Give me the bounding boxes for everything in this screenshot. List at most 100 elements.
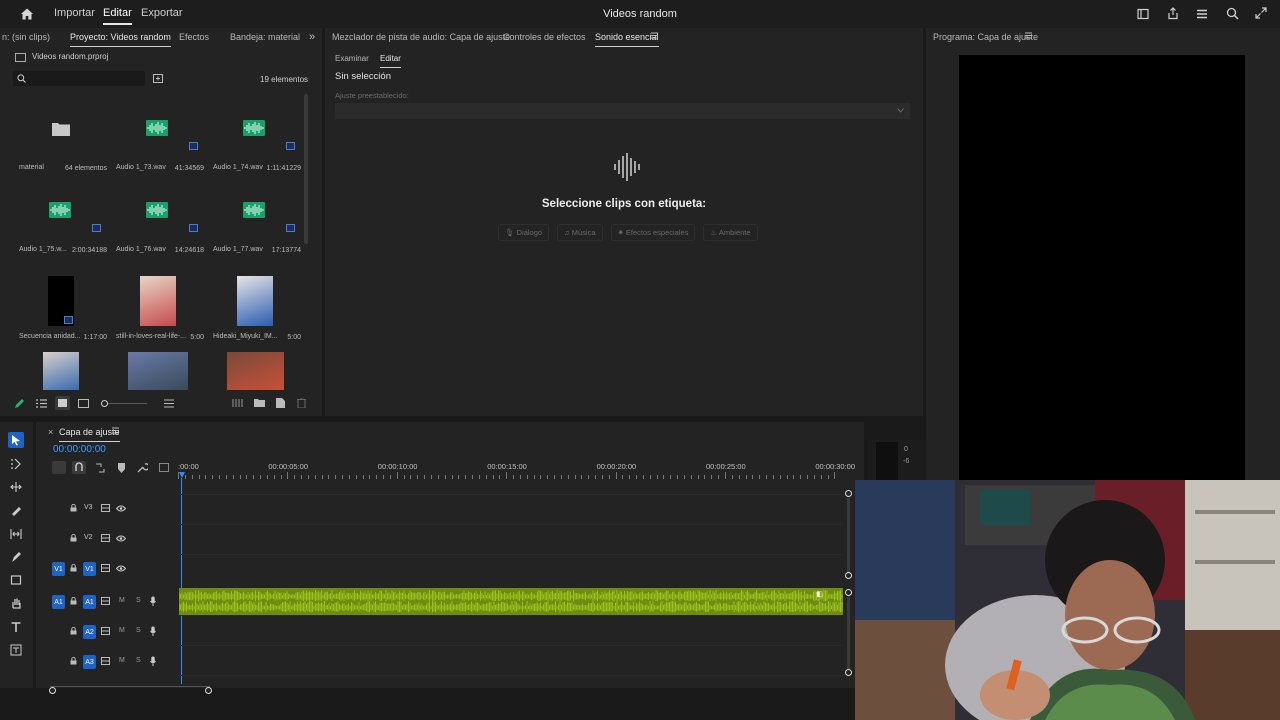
captions-track-icon[interactable] bbox=[159, 463, 169, 472]
project-item[interactable]: Audio 1_73.wav 41:34569 bbox=[112, 112, 204, 192]
snap-icon[interactable] bbox=[72, 461, 86, 474]
lock-icon[interactable] bbox=[70, 597, 77, 605]
solo-button[interactable]: S bbox=[136, 597, 141, 604]
project-item[interactable] bbox=[209, 350, 301, 430]
microphone-icon[interactable] bbox=[150, 596, 156, 606]
rectangle-icon[interactable] bbox=[10, 574, 22, 586]
vertical-scroll-audio[interactable] bbox=[847, 597, 850, 669]
project-item[interactable]: Audio 1_74.wav 1:11:41229 bbox=[209, 112, 301, 192]
trash-icon[interactable] bbox=[297, 398, 306, 408]
mute-button[interactable]: M bbox=[119, 657, 125, 664]
solo-button[interactable]: S bbox=[136, 627, 141, 634]
sfx-button[interactable]: ✷ Efectos especiales bbox=[610, 224, 696, 241]
slip-icon[interactable] bbox=[10, 528, 22, 540]
close-icon[interactable]: × bbox=[48, 427, 53, 437]
sync-lock-icon[interactable] bbox=[101, 597, 110, 605]
subtab-browse[interactable]: Examinar bbox=[335, 54, 369, 63]
track-label-a3[interactable]: A3 bbox=[83, 655, 96, 669]
track-label-v3[interactable]: V3 bbox=[84, 504, 93, 511]
add-marker-icon[interactable] bbox=[118, 463, 125, 473]
program-monitor-title[interactable]: Programa: Capa de ajuste bbox=[933, 32, 1038, 42]
mute-button[interactable]: M bbox=[119, 597, 125, 604]
list-view-icon[interactable] bbox=[36, 399, 47, 408]
share-icon[interactable] bbox=[1167, 7, 1179, 20]
project-item[interactable]: still-in-loves-real-life-... 5:00 bbox=[112, 276, 204, 356]
program-video-frame[interactable] bbox=[959, 55, 1245, 480]
eye-icon[interactable] bbox=[116, 565, 126, 572]
zoom-slider-handle[interactable] bbox=[101, 400, 108, 407]
vertical-scroll-video[interactable] bbox=[847, 498, 850, 574]
automate-sequence-icon[interactable] bbox=[232, 399, 243, 407]
track-label-v2[interactable]: V2 bbox=[84, 534, 93, 541]
project-item[interactable]: material 64 elementos bbox=[15, 112, 107, 192]
project-item[interactable]: Audio 1_77.wav 17:13774 bbox=[209, 194, 301, 274]
ambience-button[interactable]: ♨ Ambiente bbox=[703, 224, 758, 241]
sync-lock-icon[interactable] bbox=[101, 627, 110, 635]
lock-icon[interactable] bbox=[70, 534, 77, 542]
panel-menu-icon[interactable] bbox=[112, 427, 119, 434]
project-item[interactable]: Audio 1_76.wav 14:24618 bbox=[112, 194, 204, 274]
source-patch-a1[interactable]: A1 bbox=[52, 595, 65, 609]
sync-lock-icon[interactable] bbox=[101, 534, 110, 542]
expand-icon[interactable] bbox=[1255, 7, 1267, 19]
lock-icon[interactable] bbox=[70, 627, 77, 635]
nest-toggle-button[interactable] bbox=[52, 461, 66, 474]
dialogue-button[interactable]: 🎙 Diálogo bbox=[498, 224, 550, 241]
lock-icon[interactable] bbox=[70, 504, 77, 512]
new-folder-icon[interactable] bbox=[254, 398, 265, 407]
sync-lock-icon[interactable] bbox=[101, 657, 110, 665]
vertical-scroll-audio-top[interactable] bbox=[845, 589, 852, 596]
microphone-icon[interactable] bbox=[150, 626, 156, 636]
sort-icon[interactable] bbox=[164, 399, 174, 408]
project-item[interactable]: Secuencia anidad... 1:17:00 bbox=[15, 276, 107, 356]
hand-icon[interactable] bbox=[10, 597, 22, 609]
music-button[interactable]: ♫ Música bbox=[557, 224, 603, 241]
zoom-scroll-right-handle[interactable] bbox=[205, 687, 212, 694]
playhead-line[interactable] bbox=[181, 478, 182, 684]
track-label-a1[interactable]: A1 bbox=[83, 595, 96, 609]
project-scrollbar[interactable] bbox=[304, 94, 308, 244]
wrench-icon[interactable] bbox=[137, 462, 148, 473]
razor-icon[interactable] bbox=[10, 504, 22, 516]
icon-view-button[interactable] bbox=[55, 396, 70, 410]
panel-menu-icon[interactable] bbox=[1025, 32, 1032, 39]
lock-icon[interactable] bbox=[70, 564, 77, 572]
audio-clip[interactable]: ◧ bbox=[179, 588, 843, 615]
vertical-scroll-bottom-handle[interactable] bbox=[845, 572, 852, 579]
vertical-scroll-top-handle[interactable] bbox=[845, 490, 852, 497]
track-label-v1[interactable]: V1 bbox=[83, 562, 96, 576]
menu-icon[interactable] bbox=[1196, 8, 1208, 20]
subtab-edit[interactable]: Editar bbox=[380, 54, 401, 68]
time-ruler[interactable]: :00:00 00:00:05:00 00:00:10:00 00:00:15:00 0… bbox=[178, 460, 855, 484]
pen-icon[interactable] bbox=[10, 551, 22, 563]
vertical-scroll-audio-bottom[interactable] bbox=[845, 669, 852, 676]
sequence-tab[interactable]: Capa de ajuste bbox=[59, 427, 120, 442]
project-item[interactable]: Hideaki_Miyuki_IM... 5:00 bbox=[209, 276, 301, 356]
project-item[interactable] bbox=[15, 350, 107, 430]
eye-icon[interactable] bbox=[116, 535, 126, 542]
type-icon[interactable] bbox=[10, 621, 22, 633]
tab-audio-mixer[interactable]: Mezclador de pista de audio: Capa de aju… bbox=[332, 32, 510, 42]
source-patch-v1[interactable]: V1 bbox=[52, 562, 65, 576]
project-item[interactable] bbox=[112, 350, 204, 430]
preset-dropdown[interactable] bbox=[335, 103, 910, 119]
pencil-icon[interactable] bbox=[14, 398, 25, 409]
workspace-icon[interactable] bbox=[1137, 8, 1149, 20]
selection-tool-icon[interactable] bbox=[8, 432, 24, 448]
captions-icon[interactable] bbox=[10, 644, 22, 656]
track-select-icon[interactable] bbox=[10, 458, 22, 470]
eye-icon[interactable] bbox=[116, 505, 126, 512]
solo-button[interactable]: S bbox=[136, 657, 141, 664]
timeline-timecode[interactable]: 00:00:00:00 bbox=[53, 444, 106, 455]
zoom-scroll-track[interactable] bbox=[50, 686, 210, 687]
lock-icon[interactable] bbox=[70, 657, 77, 665]
search-icon[interactable] bbox=[1226, 7, 1239, 20]
linked-selection-icon[interactable] bbox=[95, 463, 105, 473]
tab-essential-sound[interactable]: Sonido esencial bbox=[595, 32, 659, 47]
sync-lock-icon[interactable] bbox=[101, 564, 110, 572]
mute-button[interactable]: M bbox=[119, 627, 125, 634]
project-item[interactable]: Audio 1_75.w... 2:00:34188 bbox=[15, 194, 107, 274]
panel-menu-icon[interactable] bbox=[651, 32, 658, 39]
tab-effect-controls[interactable]: Controles de efectos bbox=[503, 32, 586, 42]
playhead-handle[interactable] bbox=[179, 472, 185, 478]
